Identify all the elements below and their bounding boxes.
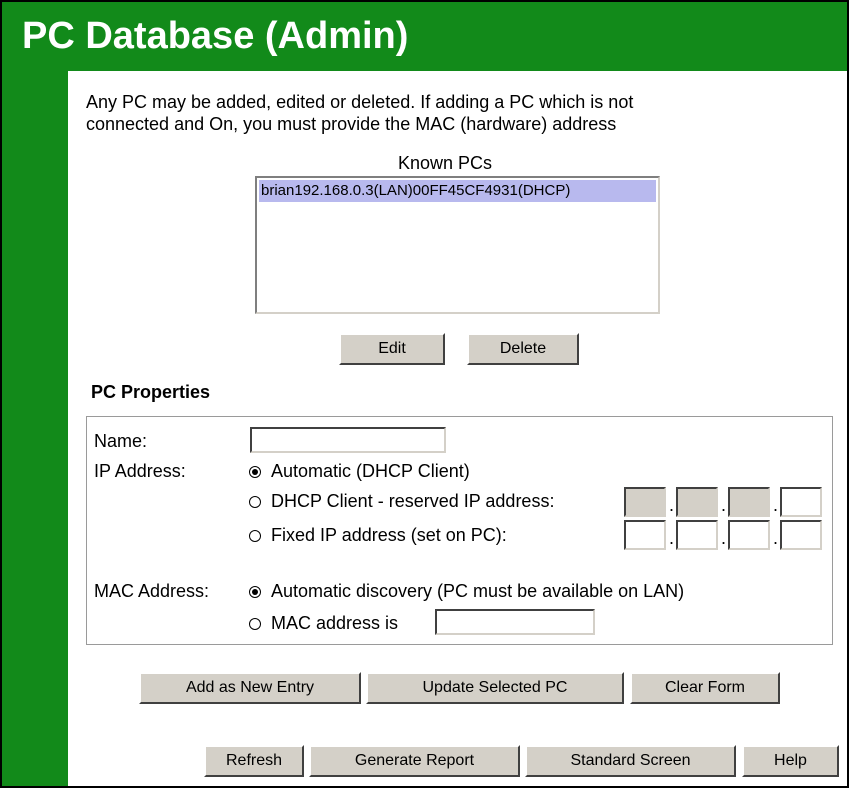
ip-reserved-label: DHCP Client - reserved IP address: [271, 491, 555, 511]
pc-properties-title: PC Properties [91, 382, 211, 402]
ip-dot: . [721, 528, 727, 548]
add-new-entry-button[interactable]: Add as New Entry [139, 672, 361, 704]
mac-auto-label: Automatic discovery (PC must be availabl… [271, 581, 685, 601]
intro-line-2: connected and On, you must provide the M… [86, 114, 617, 134]
reserved-ip-octet-1 [624, 487, 666, 517]
standard-screen-button[interactable]: Standard Screen [525, 745, 736, 777]
update-selected-pc-button[interactable]: Update Selected PC [366, 672, 624, 704]
edit-button[interactable]: Edit [339, 333, 445, 365]
ip-dot: . [773, 495, 779, 515]
known-pcs-listbox[interactable]: brian192.168.0.3(LAN)00FF45CF4931(DHCP) [255, 176, 660, 314]
ip-dot: . [669, 495, 675, 515]
name-label: Name: [94, 431, 148, 451]
known-pc-item[interactable]: brian192.168.0.3(LAN)00FF45CF4931(DHCP) [259, 180, 656, 202]
main-content: Any PC may be added, edited or deleted. … [68, 71, 847, 786]
page-header: PC Database (Admin) [2, 2, 847, 71]
reserved-ip-octet-3 [728, 487, 770, 517]
help-button[interactable]: Help [742, 745, 839, 777]
fixed-ip-octet-3[interactable] [728, 520, 770, 550]
clear-form-button[interactable]: Clear Form [630, 672, 780, 704]
ip-dot: . [669, 528, 675, 548]
fixed-ip-octet-1[interactable] [624, 520, 666, 550]
mac-manual-radio[interactable] [249, 618, 261, 630]
window-frame: PC Database (Admin) Any PC may be added,… [0, 0, 849, 788]
ip-reserved-radio[interactable] [249, 496, 261, 508]
refresh-button[interactable]: Refresh [204, 745, 304, 777]
ip-automatic-label: Automatic (DHCP Client) [271, 461, 470, 481]
ip-automatic-radio[interactable] [249, 466, 261, 478]
ip-address-label: IP Address: [94, 461, 186, 481]
ip-fixed-label: Fixed IP address (set on PC): [271, 525, 507, 545]
intro-line-1: Any PC may be added, edited or deleted. … [86, 92, 634, 112]
page-title: PC Database (Admin) [22, 15, 409, 57]
pc-properties-panel: Name: IP Address: Automatic (DHCP Client… [86, 416, 833, 645]
mac-address-label: MAC Address: [94, 581, 210, 601]
left-sidebar-bar [2, 71, 68, 786]
mac-address-input[interactable] [435, 609, 595, 635]
ip-dot: . [721, 495, 727, 515]
ip-dot: . [773, 528, 779, 548]
name-input[interactable] [250, 427, 446, 453]
intro-text: Any PC may be added, edited or deleted. … [86, 91, 786, 135]
delete-button[interactable]: Delete [467, 333, 579, 365]
ip-fixed-radio[interactable] [249, 530, 261, 542]
mac-auto-radio[interactable] [249, 586, 261, 598]
known-pcs-label: Known PCs [398, 153, 493, 173]
reserved-ip-octet-4[interactable] [780, 487, 822, 517]
fixed-ip-octet-2[interactable] [676, 520, 718, 550]
fixed-ip-octet-4[interactable] [780, 520, 822, 550]
generate-report-button[interactable]: Generate Report [309, 745, 520, 777]
reserved-ip-octet-2 [676, 487, 718, 517]
mac-manual-label: MAC address is [271, 613, 399, 633]
